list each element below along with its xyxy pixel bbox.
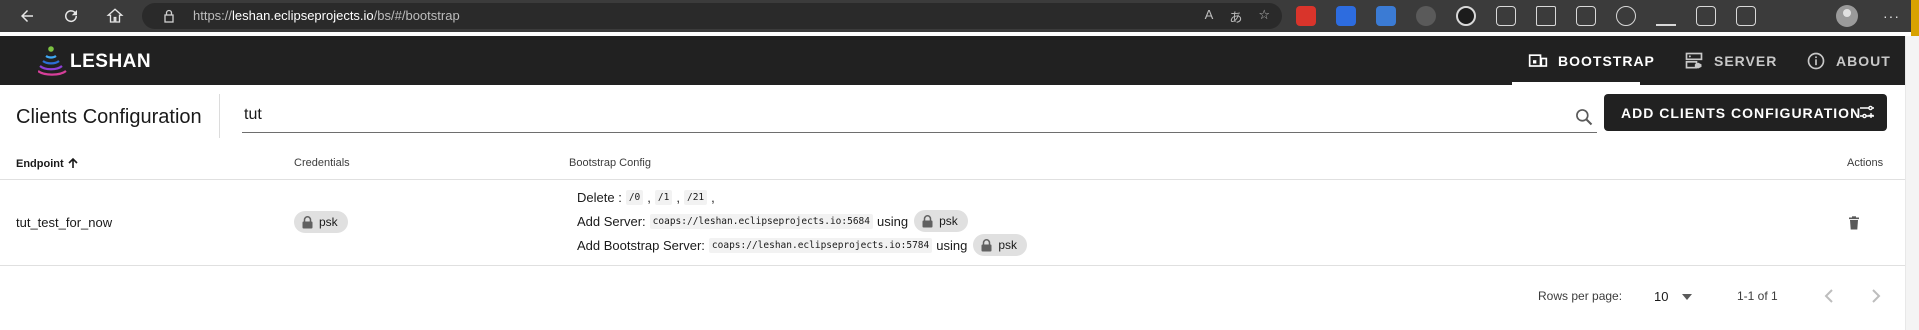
column-header-actions: Actions [1847, 157, 1884, 169]
refresh-icon [65, 10, 78, 23]
address-bar[interactable]: https://leshan.eclipseprojects.io/bs/#/b… [142, 3, 1282, 29]
tab-server-label: SERVER [1714, 52, 1778, 69]
caret-down-icon [1682, 294, 1692, 300]
add-server-label: Add Server: [577, 213, 646, 229]
search-field [242, 99, 1597, 133]
config-add-bootstrap-server-line: Add Bootstrap Server: coaps://leshan.ecl… [577, 234, 1028, 256]
server-security-chip: psk [914, 210, 968, 232]
more-menu-icon[interactable]: ··· [1883, 8, 1900, 24]
next-page-icon[interactable] [1864, 284, 1888, 308]
tab-about[interactable]: ABOUT [1806, 36, 1891, 85]
config-add-server-line: Add Server: coaps://leshan.eclipseprojec… [577, 210, 968, 232]
share-icon[interactable] [1736, 6, 1756, 26]
add-bs-label: Add Bootstrap Server: [577, 237, 705, 253]
downloads-icon[interactable] [1656, 6, 1676, 26]
server-icon [1685, 52, 1703, 68]
tab-about-label: ABOUT [1836, 52, 1891, 69]
lock-icon [981, 238, 992, 251]
sort-ascending-icon[interactable] [67, 157, 79, 169]
credentials-chip-label: psk [319, 215, 338, 229]
extension-video-icon[interactable] [1336, 6, 1356, 26]
arrow-left-icon [21, 10, 33, 22]
column-header-credentials: Credentials [294, 157, 350, 169]
bs-security-chip: psk [973, 234, 1028, 256]
using-label: using [936, 237, 968, 253]
read-aloud-icon[interactable]: A [1205, 7, 1214, 26]
bs-security-label: psk [998, 238, 1018, 252]
extensions-area [1296, 0, 1776, 32]
bootstrap-server-uri: coaps://leshan.eclipseprojects.io:5784 [708, 237, 933, 253]
page-scrollbar[interactable] [1905, 36, 1919, 330]
extension-gear-icon[interactable] [1416, 6, 1436, 26]
extension-bookmark-icon[interactable] [1376, 6, 1396, 26]
url-actions: A あ ☆ [1205, 7, 1270, 26]
favorites-icon[interactable] [1536, 6, 1556, 26]
column-header-bootstrap-config: Bootstrap Config [569, 157, 651, 169]
pagination-range: 1-1 of 1 [1737, 289, 1778, 303]
collections-icon[interactable] [1576, 6, 1596, 26]
title-divider [219, 94, 220, 138]
back-button[interactable] [13, 2, 41, 30]
profile-avatar[interactable] [1836, 5, 1858, 27]
row-divider [0, 265, 1905, 266]
previous-page-icon[interactable] [1817, 284, 1841, 308]
search-input[interactable] [244, 103, 1544, 127]
history-icon[interactable] [1616, 6, 1636, 26]
endpoint-header-label: Endpoint [16, 158, 64, 170]
config-delete-line: Delete : /0, /1, /21, [577, 190, 715, 205]
browser-toolbar: https://leshan.eclipseprojects.io/bs/#/b… [0, 0, 1919, 40]
server-uri: coaps://leshan.eclipseprojects.io:5684 [649, 213, 873, 229]
url-host: leshan.eclipseprojects.io [232, 8, 374, 23]
translate-icon[interactable]: あ [1229, 7, 1242, 26]
rows-per-page-value: 10 [1654, 289, 1669, 304]
home-icon [106, 8, 124, 23]
url-prefix: https:// [193, 8, 233, 23]
browser-essentials-icon[interactable] [1696, 6, 1716, 26]
tab-server[interactable]: SERVER [1684, 36, 1777, 85]
active-tab-indicator [1512, 82, 1640, 85]
endpoint-cell: tut_test_for_now [16, 215, 113, 230]
info-icon [1807, 52, 1825, 69]
favorite-star-icon[interactable]: ☆ [1258, 7, 1270, 26]
tab-bootstrap[interactable]: BOOTSTRAP [1528, 36, 1655, 85]
delete-path: /0 [625, 190, 644, 205]
using-label: using [877, 213, 909, 229]
lock-icon [922, 214, 933, 227]
credentials-chip: psk [294, 211, 348, 233]
delete-label: Delete : [577, 190, 622, 205]
search-icon[interactable] [1574, 107, 1594, 127]
server-security-label: psk [939, 214, 958, 228]
page-title: Clients Configuration [16, 106, 202, 128]
add-settings-icon [1860, 105, 1874, 119]
add-clients-configuration-button[interactable]: ADD CLIENTS CONFIGURATION [1604, 94, 1887, 131]
app-logo-text: LESHAN [70, 51, 152, 72]
header-divider [0, 179, 1905, 180]
lock-icon [164, 9, 174, 23]
rows-per-page-label: Rows per page: [1538, 289, 1623, 303]
delete-path: /1 [654, 190, 673, 205]
github-icon[interactable] [1456, 6, 1476, 26]
url-path: /bs/#/bootstrap [373, 8, 460, 23]
app-bar: LESHAN BOOTSTRAP SERVER ABOUT [0, 36, 1905, 85]
url-text: https://leshan.eclipseprojects.io/bs/#/b… [193, 8, 460, 23]
column-header-endpoint[interactable]: Endpoint [16, 157, 79, 170]
tab-bootstrap-label: BOOTSTRAP [1558, 52, 1655, 69]
add-button-label: ADD CLIENTS CONFIGURATION [1621, 104, 1862, 121]
notification-badge [1911, 0, 1919, 40]
lock-icon [302, 215, 313, 228]
refresh-button[interactable] [57, 2, 85, 30]
extension-red-icon[interactable] [1296, 6, 1316, 26]
home-button[interactable] [101, 2, 129, 30]
delete-trash-icon[interactable] [1847, 216, 1861, 230]
leshan-logo-icon [38, 46, 67, 76]
bootstrap-icon [1528, 53, 1548, 67]
rows-per-page-select[interactable]: 10 [1652, 283, 1700, 313]
delete-path: /21 [683, 190, 708, 205]
extensions-puzzle-icon[interactable] [1496, 6, 1516, 26]
